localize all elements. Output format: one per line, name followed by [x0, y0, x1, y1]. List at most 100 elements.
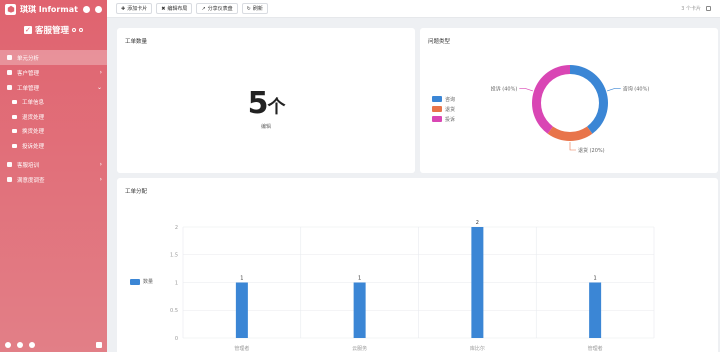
- button-label: 刷新: [252, 6, 263, 12]
- x-tick-label: 管理者: [234, 345, 249, 352]
- button-label: 添加卡片: [127, 6, 148, 12]
- bar-chart: 0 0.5 1 1.5 2 1 管理者 1 云服务 2 库比尔 1 管理者: [170, 220, 655, 352]
- refresh-button[interactable]: ↻ 刷新: [241, 3, 268, 14]
- donut-slice-label: 投诉 (40%): [491, 85, 518, 92]
- count-unit: 个: [267, 97, 285, 118]
- sidebar: 琪琪 Informat ✓ 客服管理 单元分析 客户管理 › 工单管理 ⌄ 工单…: [0, 0, 107, 352]
- chevron-down-icon: ⌄: [96, 84, 102, 91]
- x-tick-label: 云服务: [352, 345, 367, 352]
- calendar-icon: [7, 177, 12, 183]
- bar-value-label: 1: [358, 276, 361, 282]
- y-tick-label: 1: [175, 280, 178, 286]
- bar-value-label: 1: [240, 276, 243, 282]
- sidebar-item-tickets[interactable]: 工单管理 ⌄: [0, 80, 107, 95]
- sidebar-item-label: 客户管理: [17, 70, 40, 77]
- chevron-right-icon: ›: [99, 161, 102, 169]
- ticket-distribution-card: 工单分配 数量 0 0.5 1 1.5 2 1 管理者 1 云服务 2 库比尔 1 管理者: [117, 178, 718, 352]
- donut-slice-label: 咨询 (40%): [623, 85, 650, 92]
- logo-icon: [5, 3, 16, 15]
- ticket-icon: [7, 85, 12, 90]
- y-tick-label: 1.5: [170, 253, 178, 259]
- return-icon: [12, 114, 17, 119]
- settings-icon[interactable]: [72, 28, 76, 32]
- sidebar-item-customers[interactable]: 客户管理 ›: [0, 65, 107, 80]
- y-tick-label: 2: [175, 225, 178, 231]
- edit-layout-button[interactable]: ✖ 编辑布局: [156, 3, 193, 14]
- x-tick-label: 库比尔: [470, 345, 485, 352]
- ticket-count-label: 编辑: [260, 124, 271, 130]
- bar[interactable]: [471, 227, 484, 338]
- bar[interactable]: [353, 282, 366, 339]
- label-leader-line: [519, 88, 534, 92]
- issue-type-card: 问题类型 咨询 退货 投诉 咨询 (40%) 退货 (20%) 投诉 (40%): [420, 28, 718, 173]
- label-leader-line: [606, 88, 621, 92]
- donut-slice[interactable]: [547, 126, 593, 141]
- donut-slice[interactable]: [532, 65, 570, 134]
- sidebar-item-training[interactable]: 客服培训 ›: [0, 157, 107, 172]
- y-tick-label: 0.5: [170, 308, 178, 314]
- plus-icon: ✚: [121, 5, 126, 12]
- bell-icon[interactable]: [17, 342, 23, 348]
- layout-icon: ✖: [161, 5, 166, 12]
- sidebar-subitem-label: 换货处理: [22, 129, 45, 136]
- help-icon[interactable]: [83, 5, 90, 13]
- collapse-icon[interactable]: [96, 342, 102, 348]
- users-icon: [7, 70, 12, 75]
- sidebar-subitem-ticket-info[interactable]: 工单信息: [0, 95, 107, 110]
- book-icon: [7, 162, 12, 168]
- sidebar-subitem-returns[interactable]: 退货处理: [0, 110, 107, 125]
- sidebar-subitem-label: 投诉处理: [22, 144, 45, 151]
- card-title: 工单数量: [125, 39, 148, 45]
- avatar[interactable]: [5, 342, 11, 348]
- sidebar-subitem-exchanges[interactable]: 换货处理: [0, 124, 107, 139]
- complaint-icon: [12, 144, 17, 149]
- sidebar-item-label: 满意度调查: [17, 177, 45, 184]
- chart-icon: [7, 55, 12, 60]
- help-circle-icon[interactable]: [29, 342, 35, 348]
- chevron-right-icon: ›: [99, 176, 102, 184]
- share-button[interactable]: ↗ 分享仪表盘: [196, 3, 238, 14]
- sidebar-menu: 单元分析 客户管理 › 工单管理 ⌄ 工单信息 退货处理 换货处理 投诉处理 客…: [0, 50, 107, 187]
- refresh-icon: ↻: [246, 5, 251, 12]
- app-title: 客服管理: [34, 26, 69, 36]
- sidebar-item-label: 单元分析: [17, 55, 40, 62]
- brand-name: 琪琪 Informat: [20, 4, 78, 14]
- toolbar: ✚ 添加卡片 ✖ 编辑布局 ↗ 分享仪表盘 ↻ 刷新 3 个卡片: [107, 0, 720, 18]
- sidebar-item-survey[interactable]: 满意度调查 ›: [0, 172, 107, 187]
- button-label: 分享仪表盘: [207, 6, 233, 12]
- label-leader-line: [569, 142, 576, 151]
- app-title-bar[interactable]: ✓ 客服管理: [0, 18, 107, 42]
- more-icon[interactable]: [79, 28, 83, 32]
- sidebar-item-label: 客服培训: [17, 162, 40, 169]
- bar[interactable]: [235, 282, 248, 339]
- user-icon[interactable]: [95, 5, 102, 13]
- donut-slice-label: 退货 (20%): [578, 147, 605, 154]
- sidebar-header: 琪琪 Informat: [0, 0, 107, 18]
- toolbar-right: 3 个卡片: [681, 5, 711, 12]
- add-card-button[interactable]: ✚ 添加卡片: [116, 3, 153, 14]
- doc-icon: [12, 100, 17, 105]
- x-tick-label: 管理者: [588, 345, 603, 352]
- bar-value-label: 2: [476, 220, 479, 226]
- exchange-icon: [12, 129, 17, 134]
- check-icon: ✓: [23, 26, 32, 34]
- card-count: 3 个卡片: [681, 6, 701, 12]
- button-label: 编辑布局: [167, 6, 188, 12]
- bar-value-label: 1: [594, 276, 597, 282]
- chevron-right-icon: ›: [99, 69, 102, 76]
- sidebar-subitem-complaints[interactable]: 投诉处理: [0, 139, 107, 154]
- donut-chart: 咨询 (40%) 退货 (20%) 投诉 (40%): [491, 65, 650, 154]
- share-icon: ↗: [201, 5, 206, 12]
- y-tick-label: 0: [175, 336, 178, 342]
- bar[interactable]: [589, 282, 602, 339]
- sidebar-footer: [0, 338, 107, 352]
- count-number: 5: [247, 86, 269, 121]
- sidebar-item-analysis[interactable]: 单元分析: [0, 50, 107, 65]
- ticket-count-card: 工单数量 5个 编辑: [117, 28, 415, 173]
- ticket-count-value: 5个: [117, 86, 415, 121]
- sidebar-item-label: 工单管理: [17, 85, 40, 92]
- donut-slice[interactable]: [570, 65, 608, 134]
- sidebar-subitem-label: 退货处理: [22, 114, 45, 121]
- sidebar-subitem-label: 工单信息: [22, 100, 45, 107]
- grid-icon[interactable]: [706, 6, 711, 11]
